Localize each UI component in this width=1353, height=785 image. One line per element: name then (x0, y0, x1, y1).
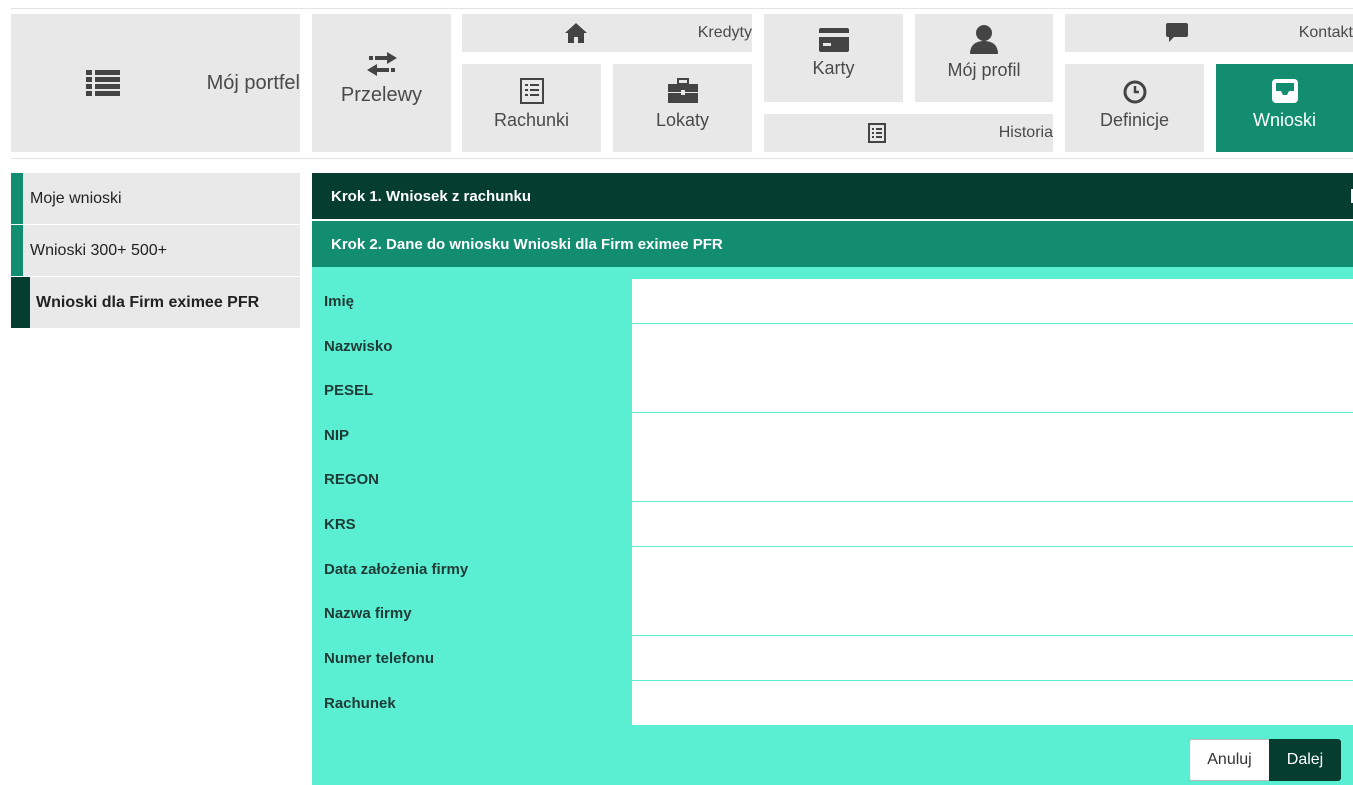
nip-input[interactable] (632, 413, 1353, 457)
step-2-header: Krok 2. Dane do wniosku Wnioski dla Firm… (312, 221, 1353, 267)
data-zalozenia-input[interactable] (632, 547, 1353, 591)
nav-bottom-divider (11, 158, 1353, 159)
field-label: PESEL (324, 381, 374, 399)
transfer-arrows-icon (366, 52, 397, 76)
nav-kredyty-label: Kredyty (697, 24, 752, 41)
nav-kontakt-label: Kontakt (1298, 24, 1353, 41)
nav-wnioski-label: Wnioski (1252, 110, 1316, 130)
sidebar-item-wnioski-300-500[interactable]: Wnioski 300+ 500+ (11, 225, 300, 276)
form-row-pesel: PESEL (312, 368, 1353, 412)
step-1-title: Krok 1. Wniosek z rachunku (331, 187, 532, 205)
chat-bubble-icon (1165, 23, 1188, 42)
list-icon (85, 70, 120, 96)
nav-kontakt[interactable]: Kontakt (1065, 14, 1353, 52)
field-label: Imię (324, 292, 355, 310)
briefcase-icon (667, 78, 698, 103)
nav-przelewy-label: Przelewy (340, 84, 423, 106)
application-form: Imię Nazwisko PESEL NIP REGON KRS Data z… (312, 267, 1353, 785)
credit-card-icon (818, 28, 849, 52)
nav-lokaty-label: Lokaty (655, 110, 710, 130)
field-label: NIP (324, 426, 350, 444)
form-row-nazwisko: Nazwisko (312, 324, 1353, 368)
field-label: KRS (324, 515, 356, 533)
field-label: Nazwisko (324, 337, 393, 355)
field-label: Data założenia firmy (324, 560, 469, 578)
krs-input[interactable] (632, 502, 1353, 546)
nav-moj-profil[interactable]: Mój profil (915, 14, 1053, 102)
imie-input[interactable] (632, 279, 1353, 323)
document-list-icon (868, 123, 887, 143)
main-content: Krok 1. Wniosek z rachunku Krok 2. Dane … (312, 173, 1353, 785)
nav-historia-label: Historia (998, 124, 1053, 141)
form-row-nazwa-firmy: Nazwa firmy (312, 591, 1353, 635)
nav-rachunki[interactable]: Rachunki (462, 64, 601, 152)
form-row-imie: Imię (312, 279, 1353, 323)
top-divider (11, 8, 1353, 9)
regon-input[interactable] (632, 457, 1353, 501)
sidebar-item-wnioski-dla-firm[interactable]: Wnioski dla Firm eximee PFR (11, 277, 300, 328)
nav-moj-portfel[interactable]: Mój portfel (11, 14, 300, 152)
step-2-title: Krok 2. Dane do wniosku Wnioski dla Firm… (331, 235, 723, 253)
form-row-rachunek: Rachunek (312, 681, 1353, 725)
nav-karty-label: Karty (812, 58, 855, 78)
step-1-header[interactable]: Krok 1. Wniosek z rachunku (312, 173, 1353, 219)
nav-definicje[interactable]: Definicje (1065, 64, 1204, 152)
rachunek-input[interactable] (632, 681, 1353, 725)
document-list-icon (519, 78, 544, 104)
home-icon (564, 23, 587, 43)
field-label: REGON (324, 470, 380, 488)
sidebar-item-moje-wnioski[interactable]: Moje wnioski (11, 173, 300, 224)
nav-karty[interactable]: Karty (764, 14, 903, 102)
clock-icon (1123, 80, 1146, 104)
pesel-input[interactable] (632, 368, 1353, 412)
next-button[interactable]: Dalej (1269, 739, 1341, 781)
nazwisko-input[interactable] (632, 324, 1353, 368)
nav-moj-profil-label: Mój profil (947, 60, 1021, 80)
nav-wnioski[interactable]: Wnioski (1216, 64, 1353, 152)
field-label: Nazwa firmy (324, 604, 412, 622)
form-row-numer-telefonu: Numer telefonu (312, 636, 1353, 680)
nav-przelewy[interactable]: Przelewy (312, 14, 451, 152)
form-actions: Anuluj Dalej (1189, 739, 1341, 781)
nav-kredyty[interactable]: Kredyty (462, 14, 752, 52)
sidebar: Moje wnioski Wnioski 300+ 500+ Wnioski d… (11, 173, 300, 329)
user-icon (970, 25, 998, 54)
nav-rachunki-label: Rachunki (493, 110, 570, 130)
form-row-regon: REGON (312, 457, 1353, 501)
numer-telefonu-input[interactable] (632, 636, 1353, 680)
inbox-icon (1271, 79, 1298, 103)
nav-historia[interactable]: Historia (764, 114, 1053, 152)
form-row-nip: NIP (312, 413, 1353, 457)
form-row-data-zalozenia: Data założenia firmy (312, 547, 1353, 591)
field-label: Numer telefonu (324, 649, 435, 667)
form-row-krs: KRS (312, 502, 1353, 546)
nav-lokaty[interactable]: Lokaty (613, 64, 752, 152)
nazwa-firmy-input[interactable] (632, 591, 1353, 635)
nav-moj-portfel-label: Mój portfel (206, 71, 300, 94)
field-label: Rachunek (324, 694, 396, 712)
cancel-button[interactable]: Anuluj (1189, 739, 1269, 781)
nav-definicje-label: Definicje (1099, 110, 1170, 130)
